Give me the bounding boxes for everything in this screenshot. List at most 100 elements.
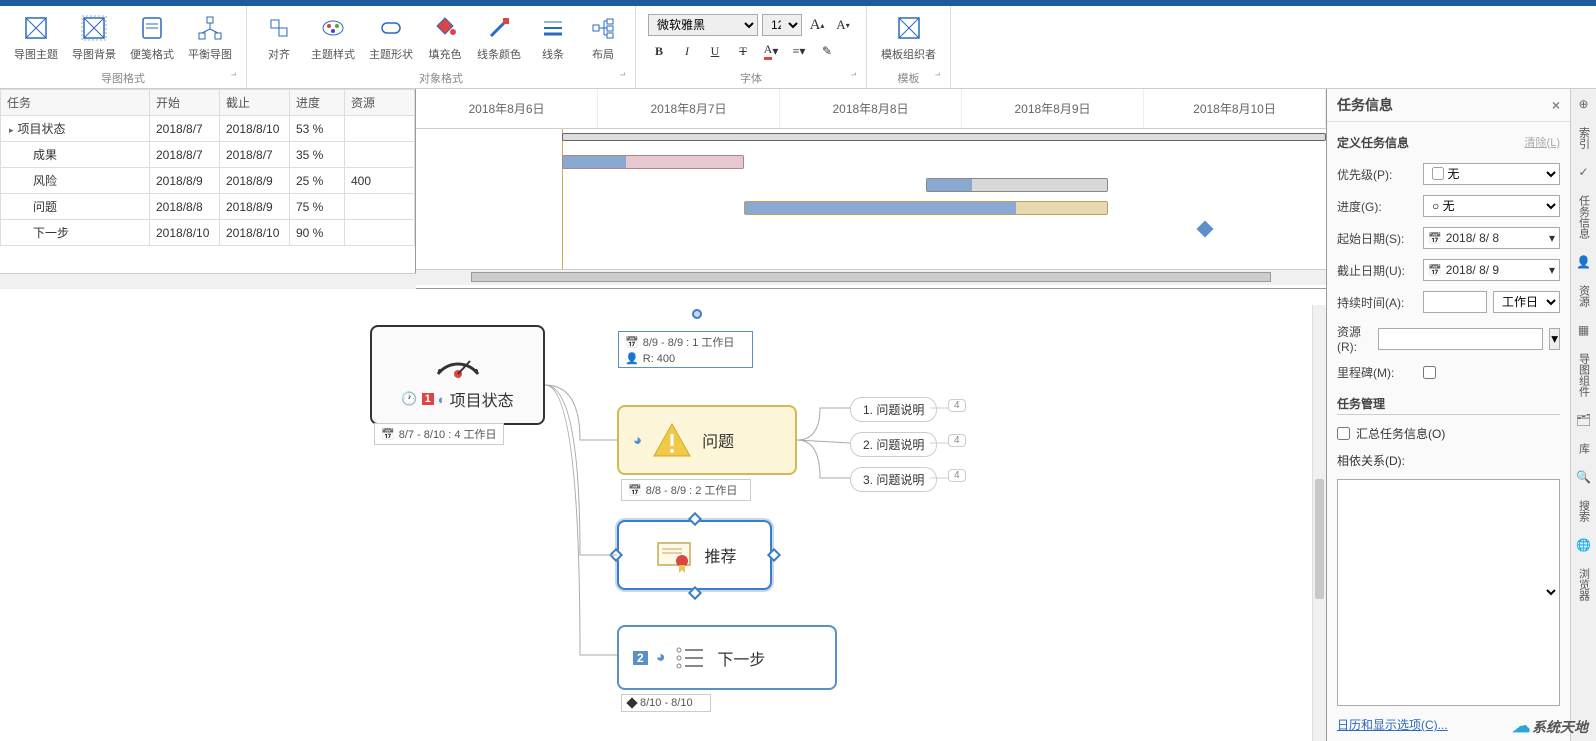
task-table[interactable]: 任务 开始 截止 进度 资源 项目状态2018/8/72018/8/1053 %… [0,89,416,288]
right-sidebar: ⊕ 索引 ✓ 任务信息 👤 资源 ▦ 导图组件 🗂 库 🔍 搜索 🌐 浏览器 [1570,89,1596,741]
gantt-bar[interactable] [744,201,1108,215]
mindmap-canvas[interactable]: 🕐 1 ◐ 项目状态 8/7 - 8/10 : 4 工作日 8/9 - 8/9 … [0,305,1326,741]
node-caption: 8/8 - 8/9 : 2 工作日 [621,479,751,501]
index-icon[interactable]: ⊕ [1575,95,1593,113]
col-end[interactable]: 截止 [220,90,290,116]
italic-button[interactable]: I [676,40,698,62]
balance-map-icon [194,12,226,44]
search-icon[interactable]: 🔍 [1575,468,1593,486]
sidebar-item-components[interactable]: 导图组件 [1574,349,1594,401]
milestone-icon [626,697,637,708]
font-family-select[interactable]: 微软雅黑 [648,14,758,36]
sidebar-item-search[interactable]: 搜索 [1574,496,1594,526]
task-hscroll[interactable] [0,273,416,289]
task-info-icon[interactable]: ✓ [1575,163,1593,181]
milestone-checkbox[interactable] [1423,366,1436,379]
template-organizer-button[interactable]: 模板组织者 [875,10,942,64]
duration-input[interactable] [1423,291,1487,313]
align-button[interactable]: 对齐 [255,10,303,64]
gantt-date: 2018年8月9日 [962,89,1144,128]
map-background-button[interactable]: 导图背景 [66,10,122,64]
sidebar-item-library[interactable]: 库 [1574,439,1594,458]
progress-icon: ◕ [633,432,642,449]
bold-button[interactable]: B [648,40,670,62]
sub-item[interactable]: 3. 问题说明 [850,467,937,492]
canvas-vscroll[interactable] [1312,305,1326,741]
theme-style-button[interactable]: 主题样式 [305,10,361,64]
font-size-select[interactable]: 12 [762,14,802,36]
gantt-today-line [562,129,563,269]
ribbon-group-map-format: 导图主题 导图背景 便笺格式 平衡导图 导图格式 [0,6,247,88]
table-row[interactable]: 下一步2018/8/102018/8/1090 % [1,220,415,246]
sidebar-item-browser[interactable]: 浏览器 [1574,564,1594,605]
layout-button[interactable]: 布局 [579,10,627,64]
gantt-date: 2018年8月6日 [416,89,598,128]
gantt-hscroll[interactable] [416,269,1326,285]
font-shrink-button[interactable]: A▾ [832,14,854,36]
priority-select[interactable]: ▢ 无 [1423,163,1560,185]
col-res[interactable]: 资源 [345,90,415,116]
sidebar-item-resource[interactable]: 资源 [1574,281,1594,311]
font-grow-button[interactable]: A▴ [806,14,828,36]
text-align-button[interactable]: ≡▾ [788,40,810,62]
col-start[interactable]: 开始 [150,90,220,116]
template-icon [893,12,925,44]
col-progress[interactable]: 进度 [290,90,345,116]
sub-badge: 4 [948,399,966,412]
font-color-button[interactable]: A▾ [760,40,782,62]
table-row[interactable]: 成果2018/8/72018/8/735 % [1,142,415,168]
sidebar-item-index[interactable]: 索引 [1574,123,1594,153]
components-icon[interactable]: ▦ [1575,321,1593,339]
calendar-icon [625,336,639,349]
table-row[interactable]: 问题2018/8/82018/8/975 % [1,194,415,220]
start-date-input[interactable]: 2018/ 8/ 8▾ [1423,227,1560,249]
node-project-status[interactable]: 🕐 1 ◐ 项目状态 [370,325,545,425]
library-icon[interactable]: 🗂 [1575,411,1593,429]
gantt-bar[interactable] [926,178,1108,192]
gantt-milestone[interactable] [1196,221,1213,238]
sidebar-item-task[interactable]: 任务信息 [1574,191,1594,243]
gantt-chart[interactable]: 2018年8月6日 2018年8月7日 2018年8月8日 2018年8月9日 … [416,89,1326,288]
line-style-button[interactable]: 线条 [529,10,577,64]
sub-item[interactable]: 2. 问题说明 [850,432,937,457]
end-date-input[interactable]: 2018/ 8/ 9▾ [1423,259,1560,281]
line-color-button[interactable]: 线条颜色 [471,10,527,64]
panel-close-button[interactable]: × [1552,97,1560,113]
node-problem[interactable]: ◕ 问题 [617,405,797,475]
progress-select[interactable]: ○ 无 [1423,195,1560,217]
duration-unit-select[interactable]: 工作日 [1493,291,1560,313]
fill-color-icon [429,12,461,44]
theme-shape-icon [375,12,407,44]
panel-title: 任务信息 [1337,95,1393,115]
layout-icon [587,12,619,44]
connector-dot [692,309,702,319]
gantt-bar-parent[interactable] [562,133,1326,141]
strike-button[interactable]: T [732,40,754,62]
sub-item[interactable]: 1. 问题说明 [850,397,937,422]
resource-icon[interactable]: 👤 [1575,253,1593,271]
map-theme-icon [20,12,52,44]
fill-color-button[interactable]: 填充色 [421,10,469,64]
node-next[interactable]: 2 ◕ 下一步 [617,625,837,690]
clear-format-button[interactable]: ✎ [816,40,838,62]
summary-checkbox[interactable] [1337,427,1350,440]
col-task[interactable]: 任务 [1,90,150,116]
note-format-button[interactable]: 便笺格式 [124,10,180,64]
panel-section: 任务管理 [1337,395,1560,415]
dependency-select[interactable] [1337,479,1560,706]
theme-shape-button[interactable]: 主题形状 [363,10,419,64]
panel-clear-link[interactable]: 清除(L) [1525,134,1560,150]
certificate-icon [652,535,696,575]
map-theme-button[interactable]: 导图主题 [8,10,64,64]
browser-icon[interactable]: 🌐 [1575,536,1593,554]
balance-map-button[interactable]: 平衡导图 [182,10,238,64]
resource-picker-button[interactable]: ▾ [1549,328,1560,350]
table-row[interactable]: 风险2018/8/92018/8/925 %400 [1,168,415,194]
table-row[interactable]: 项目状态2018/8/72018/8/1053 % [1,116,415,142]
resource-input[interactable] [1378,328,1543,350]
gantt-bar[interactable] [562,155,744,169]
theme-style-icon [317,12,349,44]
underline-button[interactable]: U [704,40,726,62]
gauge-icon [428,339,488,379]
node-recommend[interactable]: 推荐 [617,520,772,590]
